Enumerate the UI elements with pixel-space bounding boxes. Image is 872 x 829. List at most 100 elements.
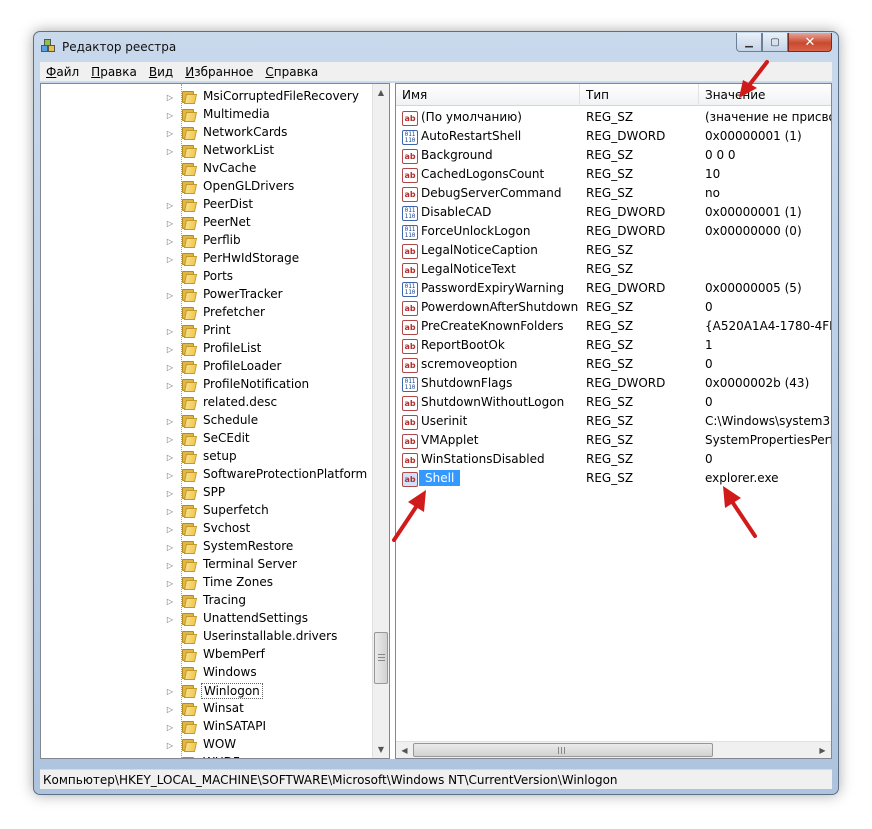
expand-arrow-icon[interactable]: ▷ xyxy=(165,578,175,588)
tree-vertical-scrollbar[interactable]: ▲ ▼ xyxy=(372,84,389,758)
menu-item-1[interactable]: Правка xyxy=(85,65,143,79)
expand-arrow-icon[interactable]: ▷ xyxy=(165,326,175,336)
value-row[interactable]: 011 110 AutoRestartShell REG_DWORD 0x000000… xyxy=(396,128,831,147)
value-row[interactable]: 011 110 ShutdownFlags REG_DWORD 0x0000002b … xyxy=(396,375,831,394)
tree-scroll-thumb[interactable] xyxy=(374,632,388,684)
maximize-button[interactable]: ▢ xyxy=(762,33,788,52)
value-row[interactable]: ab VMApplet REG_SZ SystemPropertiesPerfor xyxy=(396,432,831,451)
value-row[interactable]: ab Background REG_SZ 0 0 0 xyxy=(396,147,831,166)
tree-item[interactable]: ▷ Terminal Server xyxy=(41,556,371,574)
menu-item-0[interactable]: Файл xyxy=(40,65,85,79)
tree-item[interactable]: ▷ Tracing xyxy=(41,592,371,610)
expand-arrow-icon[interactable]: ▷ xyxy=(165,542,175,552)
value-row[interactable]: ab WinStationsDisabled REG_SZ 0 xyxy=(396,451,831,470)
expand-arrow-icon[interactable]: ▷ xyxy=(165,470,175,480)
tree-item[interactable]: ▷ Time Zones xyxy=(41,574,371,592)
tree-item[interactable]: ▷ Perflib xyxy=(41,232,371,250)
expand-arrow-icon[interactable]: ▷ xyxy=(165,596,175,606)
tree-item[interactable]: ▷ ProfileLoader xyxy=(41,358,371,376)
value-row[interactable]: ab scremoveoption REG_SZ 0 xyxy=(396,356,831,375)
expand-arrow-icon[interactable]: ▷ xyxy=(165,200,175,210)
scroll-right-icon[interactable]: ▶ xyxy=(814,742,831,758)
expand-arrow-icon[interactable]: ▷ xyxy=(165,92,175,102)
tree-item[interactable]: ▷ Schedule xyxy=(41,412,371,430)
tree-item[interactable]: Userinstallable.drivers xyxy=(41,628,371,646)
expand-arrow-icon[interactable]: ▷ xyxy=(165,452,175,462)
expand-arrow-icon[interactable]: ▷ xyxy=(165,128,175,138)
expand-arrow-icon[interactable]: ▷ xyxy=(165,686,175,696)
scroll-down-icon[interactable]: ▼ xyxy=(373,741,389,758)
expand-arrow-icon[interactable]: ▷ xyxy=(165,722,175,732)
tree-item[interactable]: ▷ PeerNet xyxy=(41,214,371,232)
scroll-left-icon[interactable]: ◀ xyxy=(396,742,413,758)
expand-arrow-icon[interactable]: ▷ xyxy=(165,740,175,750)
tree-item[interactable]: related.desc xyxy=(41,394,371,412)
expand-arrow-icon[interactable]: ▷ xyxy=(165,290,175,300)
tree-item[interactable]: ▷ SoftwareProtectionPlatform xyxy=(41,466,371,484)
tree-item[interactable]: ▷ setup xyxy=(41,448,371,466)
expand-arrow-icon[interactable]: ▷ xyxy=(165,218,175,228)
tree-item[interactable]: ▷ Multimedia xyxy=(41,106,371,124)
tree-item[interactable]: ▷ WinSATAPI xyxy=(41,718,371,736)
expand-arrow-icon[interactable]: ▷ xyxy=(165,344,175,354)
tree-item[interactable]: ▷ NetworkList xyxy=(41,142,371,160)
tree-item[interactable]: ▷ PerHwIdStorage xyxy=(41,250,371,268)
expand-arrow-icon[interactable]: ▷ xyxy=(165,758,175,759)
expand-arrow-icon[interactable]: ▷ xyxy=(165,560,175,570)
expand-arrow-icon[interactable]: ▷ xyxy=(165,146,175,156)
tree-item[interactable]: Prefetcher xyxy=(41,304,371,322)
column-header-name[interactable]: Имя xyxy=(396,84,580,106)
values-list-pane[interactable]: Имя Тип Значение ab (По умолчанию) REG_SZ(… xyxy=(395,83,832,759)
expand-arrow-icon[interactable]: ▷ xyxy=(165,506,175,516)
menu-item-3[interactable]: Избранное xyxy=(179,65,259,79)
values-horizontal-scrollbar[interactable]: ◀ ▶ xyxy=(396,741,831,758)
expand-arrow-icon[interactable]: ▷ xyxy=(165,362,175,372)
title-bar[interactable]: Редактор реестра ▁ ▢ ✕ xyxy=(34,32,838,62)
tree-item[interactable]: ▷ PeerDist xyxy=(41,196,371,214)
value-row[interactable]: ab ShutdownWithoutLogon REG_SZ 0 xyxy=(396,394,831,413)
expand-arrow-icon[interactable]: ▷ xyxy=(165,614,175,624)
value-row[interactable]: ab Shell REG_SZ explorer.exe xyxy=(396,470,831,489)
tree-item[interactable]: ▷ UnattendSettings xyxy=(41,610,371,628)
value-row[interactable]: ab DebugServerCommand REG_SZ no xyxy=(396,185,831,204)
tree-item[interactable]: ▷ PowerTracker xyxy=(41,286,371,304)
value-row[interactable]: ab LegalNoticeText REG_SZ xyxy=(396,261,831,280)
expand-arrow-icon[interactable]: ▷ xyxy=(165,110,175,120)
expand-arrow-icon[interactable]: ▷ xyxy=(165,416,175,426)
expand-arrow-icon[interactable]: ▷ xyxy=(165,488,175,498)
tree-item[interactable]: ▷ SystemRestore xyxy=(41,538,371,556)
menu-item-4[interactable]: Справка xyxy=(259,65,324,79)
tree-item[interactable]: Windows xyxy=(41,664,371,682)
value-row[interactable]: ab PreCreateKnownFolders REG_SZ {A520A1A4-1… xyxy=(396,318,831,337)
value-row[interactable]: 011 110 DisableCAD REG_DWORD 0x00000001 (1) xyxy=(396,204,831,223)
column-header-value[interactable]: Значение xyxy=(699,84,831,106)
tree-item[interactable]: Ports xyxy=(41,268,371,286)
key-tree-pane[interactable]: ▷ MsiCorruptedFileRecovery ▷ Multimedia ▷ Net… xyxy=(40,83,390,759)
tree-item[interactable]: ▷ Superfetch xyxy=(41,502,371,520)
tree-item[interactable]: ▷ ProfileList xyxy=(41,340,371,358)
tree-item[interactable]: ▷ MsiCorruptedFileRecovery xyxy=(41,88,371,106)
column-header-type[interactable]: Тип xyxy=(580,84,699,106)
expand-arrow-icon[interactable]: ▷ xyxy=(165,236,175,246)
tree-item[interactable]: WbemPerf xyxy=(41,646,371,664)
tree-item[interactable]: ▷ WOW xyxy=(41,736,371,754)
minimize-button[interactable]: ▁ xyxy=(736,33,762,52)
value-row[interactable]: abUserinit REG_SZ C:\Windows\system32\u xyxy=(396,413,831,432)
expand-arrow-icon[interactable]: ▷ xyxy=(165,254,175,264)
menu-item-2[interactable]: Вид xyxy=(143,65,179,79)
tree-item[interactable]: ▷ WUDF xyxy=(41,754,371,759)
expand-arrow-icon[interactable]: ▷ xyxy=(165,704,175,714)
value-row[interactable]: ab (По умолчанию) REG_SZ (значение не присв… xyxy=(396,109,831,128)
value-row[interactable]: ab LegalNoticeCaption REG_SZ xyxy=(396,242,831,261)
expand-arrow-icon[interactable]: ▷ xyxy=(165,380,175,390)
tree-item[interactable]: ▷ SPP xyxy=(41,484,371,502)
value-row[interactable]: 011 110 PasswordExpiryWarning REG_DWORD 0x0… xyxy=(396,280,831,299)
values-scroll-thumb[interactable] xyxy=(413,743,713,757)
value-row[interactable]: ab PowerdownAfterShutdown REG_SZ 0 xyxy=(396,299,831,318)
value-row[interactable]: 011 110 ForceUnlockLogon REG_DWORD 0x000000… xyxy=(396,223,831,242)
scroll-up-icon[interactable]: ▲ xyxy=(373,84,389,101)
tree-item[interactable]: ▷ NetworkCards xyxy=(41,124,371,142)
tree-item[interactable]: ▷ SeCEdit xyxy=(41,430,371,448)
tree-item[interactable]: ▷ Winlogon xyxy=(41,682,371,700)
tree-item[interactable]: ▷ Svchost xyxy=(41,520,371,538)
